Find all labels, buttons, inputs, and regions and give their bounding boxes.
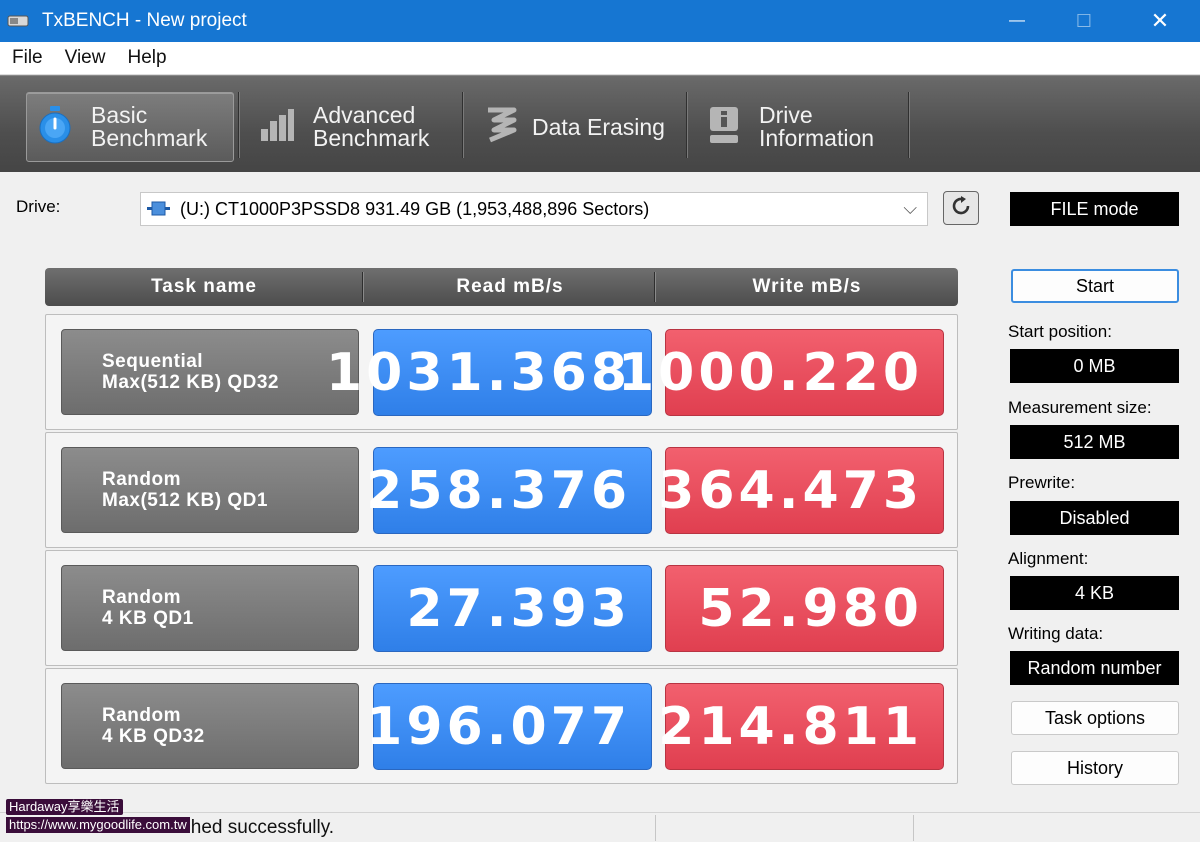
- table-row: Sequential Max(512 KB) QD32 1031.368 100…: [45, 314, 958, 430]
- tab-drive-label-1: Drive: [759, 102, 813, 128]
- watermark-url: https://www.mygoodlife.com.tw: [6, 817, 190, 833]
- function-toolbar: Basic Benchmark Advanced Benchmark Data …: [0, 75, 1200, 172]
- start-position-field[interactable]: 0 MB: [1010, 349, 1179, 383]
- close-button[interactable]: ✕: [1128, 0, 1192, 42]
- refresh-icon: [949, 194, 973, 223]
- tab-divider: [686, 92, 688, 158]
- task-button-random-512k-qd1[interactable]: Random Max(512 KB) QD1: [61, 447, 359, 533]
- table-row: Random 4 KB QD32 196.077 214.811: [45, 668, 958, 784]
- chevron-down-icon: ⌵: [903, 198, 917, 218]
- minimize-button[interactable]: —: [985, 0, 1049, 42]
- tab-divider: [462, 92, 464, 158]
- tab-divider: [908, 92, 910, 158]
- tab-advanced-label-2: Benchmark: [313, 125, 430, 151]
- title-bar: TxBENCH - New project — ☐ ✕: [0, 0, 1200, 42]
- task-name-line2: 4 KB QD1: [102, 608, 194, 629]
- tab-basic-label-2: Benchmark: [91, 125, 208, 151]
- table-row: Random 4 KB QD1 27.393 52.980: [45, 550, 958, 666]
- stopwatch-icon: [37, 105, 73, 150]
- tab-advanced-label-1: Advanced: [313, 102, 416, 128]
- history-button[interactable]: History: [1011, 751, 1179, 785]
- task-name-line2: 4 KB QD32: [102, 726, 205, 747]
- writing-data-label: Writing data:: [1008, 624, 1104, 643]
- prewrite-label: Prewrite:: [1008, 473, 1076, 492]
- read-speed-value: 196.077: [366, 683, 652, 770]
- read-speed-value: 1031.368: [326, 329, 652, 416]
- drive-label: Drive:: [16, 197, 61, 216]
- mode-indicator: FILE mode: [1010, 192, 1179, 226]
- alignment-field[interactable]: 4 KB: [1010, 576, 1179, 610]
- column-divider: [362, 272, 364, 302]
- table-row: Random Max(512 KB) QD1 258.376 364.473: [45, 432, 958, 548]
- status-divider: [655, 815, 656, 841]
- prewrite-field[interactable]: Disabled: [1010, 501, 1179, 535]
- task-button-random-4k-qd32[interactable]: Random 4 KB QD32: [61, 683, 359, 769]
- tab-basic-benchmark[interactable]: Basic Benchmark: [26, 92, 234, 162]
- column-header-read: Read mB/s: [456, 276, 564, 297]
- minimize-icon: —: [1009, 12, 1025, 29]
- menu-file[interactable]: File: [12, 47, 43, 69]
- close-icon: ✕: [1150, 8, 1170, 33]
- maximize-icon: ☐: [1075, 10, 1093, 31]
- task-name-line1: Random: [102, 705, 181, 726]
- task-button-random-4k-qd1[interactable]: Random 4 KB QD1: [61, 565, 359, 651]
- task-name-line1: Random: [102, 469, 181, 490]
- write-speed-value: 1000.220: [618, 329, 944, 416]
- drive-info-icon: [707, 105, 741, 150]
- measurement-size-field[interactable]: 512 MB: [1010, 425, 1179, 459]
- tab-drive-label-2: Information: [759, 125, 875, 151]
- bar-chart-icon: [259, 107, 295, 148]
- task-name-line1: Sequential: [102, 351, 204, 372]
- start-position-label: Start position:: [1008, 322, 1112, 341]
- app-logo-icon: [6, 9, 30, 33]
- tab-drive-information[interactable]: Drive Information: [705, 92, 905, 162]
- measurement-size-label: Measurement size:: [1008, 398, 1152, 417]
- task-name-line2: Max(512 KB) QD1: [102, 490, 268, 511]
- status-divider: [913, 815, 914, 841]
- menu-help[interactable]: Help: [127, 47, 166, 69]
- menu-view[interactable]: View: [65, 47, 106, 69]
- refresh-button[interactable]: [943, 191, 979, 225]
- task-options-button[interactable]: Task options: [1011, 701, 1179, 735]
- alignment-label: Alignment:: [1008, 549, 1089, 568]
- write-speed-value: 214.811: [658, 683, 944, 770]
- column-header-task: Task name: [151, 276, 257, 297]
- write-speed-value: 52.980: [665, 565, 944, 652]
- results-table-header: Task name Read mB/s Write mB/s: [45, 268, 958, 306]
- usb-drive-icon: [146, 199, 172, 219]
- tab-advanced-benchmark[interactable]: Advanced Benchmark: [255, 92, 460, 162]
- tab-divider: [238, 92, 240, 158]
- drive-selected-value: (U:) CT1000P3PSSD8 931.49 GB (1,953,488,…: [180, 198, 650, 219]
- menu-bar: File View Help: [0, 42, 1200, 75]
- writing-data-field[interactable]: Random number: [1010, 651, 1179, 685]
- task-name-line1: Random: [102, 587, 181, 608]
- start-button[interactable]: Start: [1011, 269, 1179, 303]
- task-name-line2: Max(512 KB) QD32: [102, 372, 279, 393]
- eraser-icon: [484, 106, 520, 149]
- maximize-button[interactable]: ☐: [1052, 0, 1116, 42]
- write-speed-value: 364.473: [658, 447, 944, 534]
- tab-erasing-label: Data Erasing: [532, 113, 665, 140]
- watermark-logo-text: Hardaway享樂生活: [6, 799, 123, 815]
- column-divider: [654, 272, 656, 302]
- column-header-write: Write mB/s: [752, 276, 862, 297]
- drive-dropdown[interactable]: (U:) CT1000P3PSSD8 931.49 GB (1,953,488,…: [140, 192, 928, 226]
- task-button-sequential[interactable]: Sequential Max(512 KB) QD32: [61, 329, 359, 415]
- read-speed-value: 258.376: [366, 447, 652, 534]
- tab-basic-label-1: Basic: [91, 102, 148, 128]
- read-speed-value: 27.393: [373, 565, 652, 652]
- tab-data-erasing[interactable]: Data Erasing: [480, 92, 685, 162]
- window-title: TxBENCH - New project: [42, 10, 247, 31]
